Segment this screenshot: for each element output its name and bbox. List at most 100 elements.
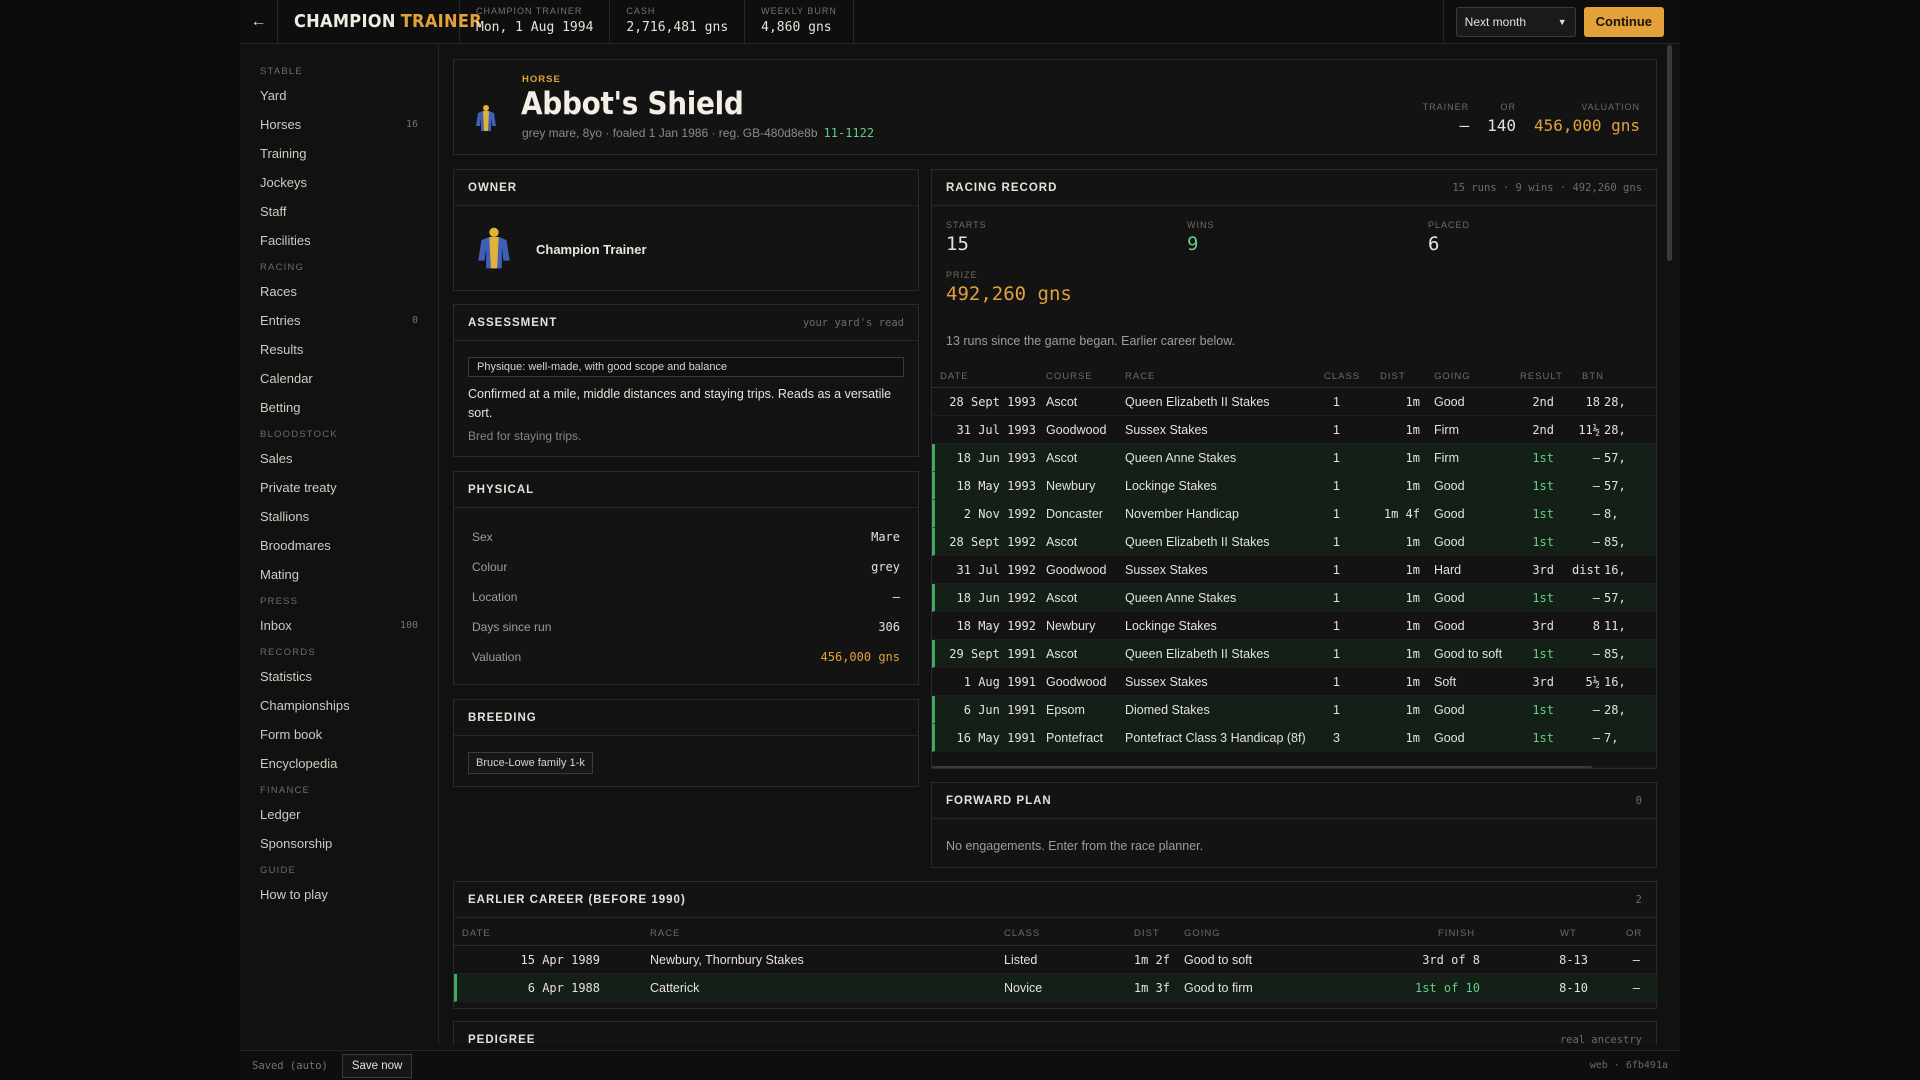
- table-row[interactable]: 2 Nov 1992 Doncaster November Handicap 1 1m …: [932, 500, 1656, 528]
- sidebar-item-betting[interactable]: Betting: [240, 393, 438, 422]
- topbar-actions: Next month ▼ Continue: [1442, 0, 1680, 43]
- cell-race: Queen Anne Stakes: [1125, 591, 1237, 605]
- sidebar-item-statistics[interactable]: Statistics: [240, 662, 438, 691]
- table-header: DATE COURSE RACE CLASS DIST GOING RESULT…: [932, 366, 1656, 388]
- sidebar-item-championships[interactable]: Championships: [240, 691, 438, 720]
- scrollbar-thumb[interactable]: [932, 766, 1592, 768]
- period-select[interactable]: Next month ▼: [1455, 6, 1576, 37]
- sidebar-item-label: Ledger: [260, 807, 301, 822]
- cell-or: —: [1632, 953, 1640, 967]
- table-row[interactable]: 18 Jun 1992 Ascot Queen Anne Stakes 1 1m Good…: [932, 584, 1656, 612]
- sidebar-item-label: Sales: [260, 451, 293, 466]
- pedigree-panel: PEDIGREE real ancestry: [453, 1021, 1657, 1045]
- cell-date: 6 Apr 1988: [527, 981, 600, 995]
- cell-result: 1st: [1532, 703, 1554, 717]
- cell-dist: 1m: [1405, 479, 1420, 493]
- cell-result: 1st: [1532, 507, 1554, 521]
- cell-course: Ascot: [1046, 451, 1078, 465]
- cell-course: Ascot: [1046, 591, 1078, 605]
- family-tag[interactable]: Bruce-Lowe family 1-k: [468, 752, 593, 774]
- sidebar-item-how-to-play[interactable]: How to play: [240, 880, 438, 909]
- table-row[interactable]: 1 Aug 1991 Goodwood Sussex Stakes 1 1m Soft 3r…: [932, 668, 1656, 696]
- cell-going: Firm: [1434, 451, 1459, 465]
- sidebar-item-horses[interactable]: Horses 16: [240, 110, 438, 139]
- cell-prize: 57,: [1604, 451, 1626, 465]
- table-row[interactable]: 28 Sept 1993 Ascot Queen Elizabeth II Stak…: [932, 388, 1656, 416]
- sidebar-item-entries[interactable]: Entries 0: [240, 306, 438, 335]
- cell-date: 15 Apr 1989: [520, 953, 600, 967]
- sidebar-item-training[interactable]: Training: [240, 139, 438, 168]
- table-row[interactable]: 31 Jul 1992 Goodwood Sussex Stakes 1 1m Hard 3…: [932, 556, 1656, 584]
- table-row[interactable]: 6 Apr 1988 Catterick Novice 1m 3f Good to fi…: [454, 974, 1658, 1002]
- cell-dist: 1m: [1405, 731, 1420, 745]
- cell-finish: 1st of 10: [1414, 981, 1480, 995]
- cell-btn: 8: [1592, 619, 1600, 633]
- cell-result: 1st: [1532, 731, 1554, 745]
- table-row[interactable]: 18 May 1993 Newbury Lockinge Stakes 1 1m Good…: [932, 472, 1656, 500]
- cell-result: 1st: [1532, 479, 1554, 493]
- cell-race: Queen Elizabeth II Stakes: [1125, 647, 1270, 661]
- physical-title: PHYSICAL: [468, 483, 535, 496]
- sidebar-item-jockeys[interactable]: Jockeys: [240, 168, 438, 197]
- sidebar-section-title: GUIDE: [260, 865, 297, 876]
- cell-date: 2 Nov 1992: [963, 507, 1036, 521]
- scrollbar-thumb[interactable]: [1667, 45, 1672, 261]
- sidebar-item-yard[interactable]: Yard: [240, 81, 438, 110]
- sidebar-section-title: STABLE: [260, 66, 303, 77]
- page-scrollbar[interactable]: [1666, 45, 1674, 1050]
- sidebar-item-stallions[interactable]: Stallions: [240, 502, 438, 531]
- physical-row: Valuation 456,000 gns: [472, 650, 900, 664]
- table-row[interactable]: 16 May 1991 Pontefract Pontefract Class 3 …: [932, 724, 1656, 752]
- sidebar-item-inbox[interactable]: Inbox 100: [240, 611, 438, 640]
- sidebar-item-facilities[interactable]: Facilities: [240, 226, 438, 255]
- continue-button[interactable]: Continue: [1583, 6, 1664, 37]
- cell-dist: 1m: [1405, 451, 1420, 465]
- sidebar-item-races[interactable]: Races: [240, 277, 438, 306]
- sidebar-item-encyclopedia[interactable]: Encyclopedia: [240, 749, 438, 778]
- cell-result: 3rd: [1532, 675, 1554, 689]
- sidebar-item-staff[interactable]: Staff: [240, 197, 438, 226]
- owner-name[interactable]: Champion Trainer: [536, 242, 647, 257]
- sidebar-item-ledger[interactable]: Ledger: [240, 800, 438, 829]
- sidebar-item-results[interactable]: Results: [240, 335, 438, 364]
- starts-stat: STARTS 15: [946, 220, 987, 255]
- table-row[interactable]: 31 Jul 1993 Goodwood Sussex Stakes 1 1m Firm 2…: [932, 416, 1656, 444]
- sidebar-item-count: 0: [411, 315, 418, 326]
- table-row[interactable]: 28 Sept 1992 Ascot Queen Elizabeth II Stak…: [932, 528, 1656, 556]
- sidebar-item-label: How to play: [260, 887, 328, 902]
- cell-going: Good: [1434, 479, 1465, 493]
- cell-dist: 1m: [1405, 423, 1420, 437]
- cell-result: 3rd: [1532, 563, 1554, 577]
- sidebar-item-form-book[interactable]: Form book: [240, 720, 438, 749]
- cell-class: 1: [1333, 507, 1340, 521]
- cell-going: Good: [1434, 535, 1465, 549]
- cell-race: Sussex Stakes: [1125, 563, 1208, 577]
- prize-stat: PRIZE 492,260 gns: [946, 270, 1072, 305]
- back-button[interactable]: ←: [240, 0, 278, 43]
- table-row[interactable]: 15 Apr 1989 Newbury, Thornbury Stakes List…: [454, 946, 1658, 974]
- horse-stats: TRAINER — OR 140 VALUATION 456,000 gns: [1423, 102, 1640, 135]
- breeding-panel: BREEDING Bruce-Lowe family 1-k: [453, 699, 919, 787]
- physical-panel: PHYSICAL Sex Mare Colour grey Location — Da…: [453, 471, 919, 685]
- sidebar-item-private-treaty[interactable]: Private treaty: [240, 473, 438, 502]
- cell-date: 6 Jun 1991: [963, 703, 1036, 717]
- table-row[interactable]: 18 May 1992 Newbury Lockinge Stakes 1 1m Good…: [932, 612, 1656, 640]
- sidebar-item-calendar[interactable]: Calendar: [240, 364, 438, 393]
- cell-prize: 11,: [1604, 619, 1626, 633]
- owner-silks-icon: [478, 227, 510, 269]
- sidebar-item-mating[interactable]: Mating: [240, 560, 438, 589]
- save-now-button[interactable]: Save now: [341, 1053, 413, 1078]
- cell-dist: 1m: [1405, 647, 1420, 661]
- sidebar-item-broodmares[interactable]: Broodmares: [240, 531, 438, 560]
- cell-course: Goodwood: [1046, 423, 1107, 437]
- horizontal-scrollbar[interactable]: [932, 766, 1656, 768]
- form-figures: 11-1122: [823, 126, 875, 140]
- cell-btn: 5½: [1585, 675, 1600, 689]
- sidebar-item-sponsorship[interactable]: Sponsorship: [240, 829, 438, 858]
- sidebar-item-sales[interactable]: Sales: [240, 444, 438, 473]
- table-row[interactable]: 29 Sept 1991 Ascot Queen Elizabeth II Stak…: [932, 640, 1656, 668]
- table-row[interactable]: 6 Jun 1991 Epsom Diomed Stakes 1 1m Good 1st — 2…: [932, 696, 1656, 724]
- cell-result: 1st: [1532, 591, 1554, 605]
- table-row[interactable]: 18 Jun 1993 Ascot Queen Anne Stakes 1 1m Firm…: [932, 444, 1656, 472]
- cell-class: 1: [1333, 535, 1340, 549]
